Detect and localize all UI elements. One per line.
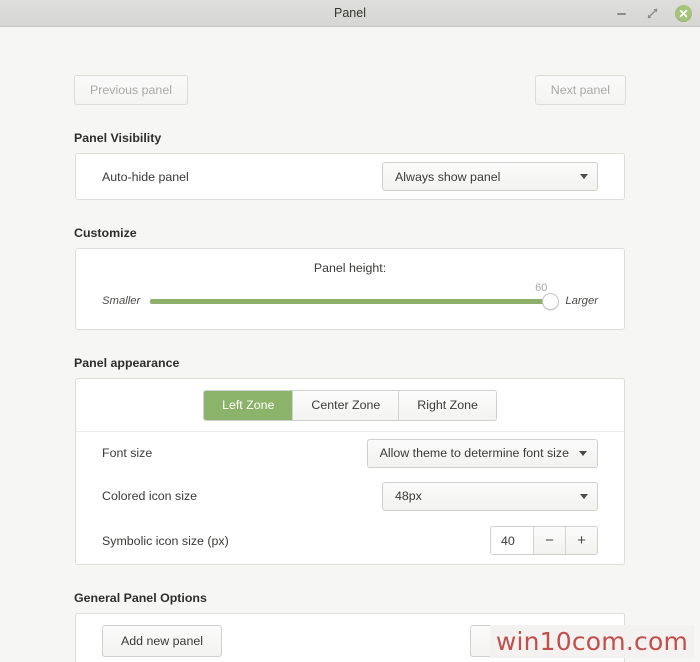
- panel-settings-content: Previous panel Next panel Panel Visibili…: [0, 75, 700, 662]
- zone-tab-center[interactable]: Center Zone: [293, 391, 400, 420]
- watermark: win10com.com: [489, 625, 694, 658]
- font-size-dropdown[interactable]: Allow theme to determine font size: [366, 438, 598, 468]
- close-icon[interactable]: [675, 5, 692, 22]
- panel-height-slider-row: Smaller 60 Larger: [76, 282, 624, 313]
- window-titlebar: Panel: [0, 0, 700, 27]
- auto-hide-value: Always show panel: [395, 169, 501, 184]
- section-heading-appearance: Panel appearance: [74, 356, 180, 371]
- auto-hide-label: Auto-hide panel: [102, 169, 189, 184]
- zone-selector-row: Left Zone Center Zone Right Zone: [76, 379, 624, 432]
- symbolic-icon-size-stepper: 40 − +: [490, 526, 598, 556]
- decrement-button[interactable]: −: [533, 527, 565, 555]
- symbolic-icon-size-row: Symbolic icon size (px) 40 − +: [76, 518, 624, 564]
- colored-icon-size-row: Colored icon size 48px: [76, 475, 624, 518]
- increment-button[interactable]: +: [565, 527, 597, 555]
- previous-panel-button[interactable]: Previous panel: [74, 75, 188, 106]
- font-size-label: Font size: [102, 446, 153, 461]
- colored-icon-size-dropdown[interactable]: 48px: [382, 481, 598, 511]
- panel-visibility-card: Auto-hide panel Always show panel: [75, 153, 625, 201]
- font-size-value: Allow theme to determine font size: [379, 446, 569, 461]
- symbolic-icon-size-label: Symbolic icon size (px): [102, 533, 229, 548]
- slider-handle[interactable]: [542, 292, 560, 310]
- window-controls: [613, 0, 692, 27]
- auto-hide-row: Auto-hide panel Always show panel: [76, 154, 624, 199]
- slider-min-label: Smaller: [102, 295, 141, 308]
- window-title: Panel: [334, 6, 366, 20]
- section-heading-general: General Panel Options: [74, 590, 207, 605]
- next-panel-button[interactable]: Next panel: [534, 75, 626, 106]
- auto-hide-dropdown[interactable]: Always show panel: [382, 162, 598, 192]
- section-heading-customize: Customize: [74, 226, 137, 241]
- zone-button-group: Left Zone Center Zone Right Zone: [203, 390, 497, 421]
- customize-card: Panel height: Smaller 60 Larger: [75, 248, 625, 331]
- slider-max-label: Larger: [565, 295, 598, 308]
- slider-value: 60: [535, 282, 548, 295]
- add-new-panel-button[interactable]: Add new panel: [102, 624, 222, 658]
- colored-icon-size-label: Colored icon size: [102, 489, 198, 504]
- minimize-icon[interactable]: [613, 5, 630, 22]
- panel-appearance-card: Left Zone Center Zone Right Zone Font si…: [75, 378, 625, 565]
- chevron-down-icon: [580, 493, 588, 499]
- panel-height-slider[interactable]: 60: [150, 282, 560, 313]
- chevron-down-icon: [580, 174, 588, 180]
- slider-track: [150, 298, 556, 304]
- panel-height-label: Panel height:: [313, 261, 387, 276]
- zone-tab-left[interactable]: Left Zone: [204, 391, 294, 420]
- zone-tab-right[interactable]: Right Zone: [399, 391, 496, 420]
- colored-icon-size-value: 48px: [395, 489, 422, 504]
- symbolic-icon-size-input[interactable]: 40: [491, 527, 533, 555]
- font-size-row: Font size Allow theme to determine font …: [76, 432, 624, 475]
- maximize-icon[interactable]: [644, 5, 661, 22]
- section-heading-visibility: Panel Visibility: [74, 131, 162, 146]
- panel-navigation-row: Previous panel Next panel: [0, 75, 700, 106]
- chevron-down-icon: [579, 450, 587, 456]
